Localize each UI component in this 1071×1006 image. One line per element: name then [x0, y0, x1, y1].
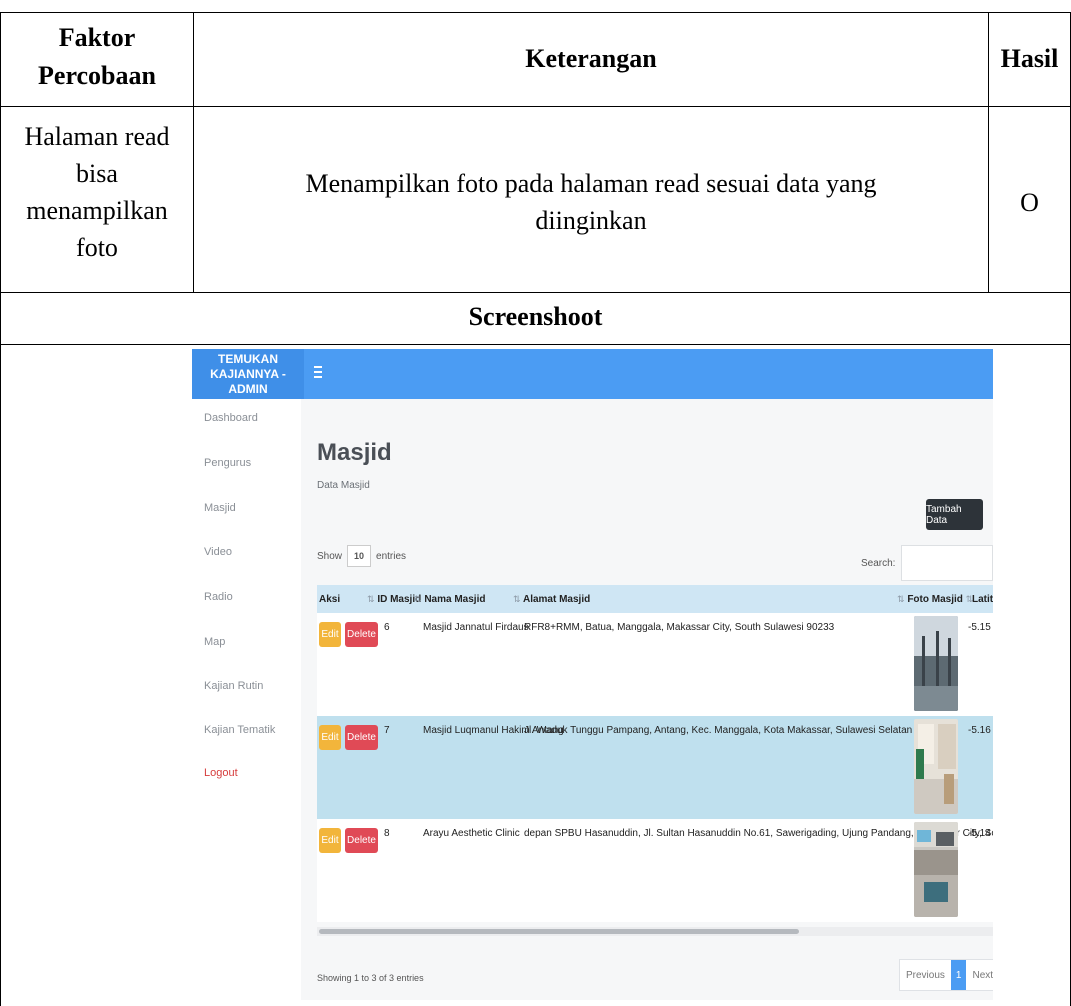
pagination-page-1[interactable]: 1	[950, 960, 967, 990]
sidebar-item-dashboard[interactable]: Dashboard	[204, 412, 258, 424]
header-faktor: Faktor Percobaan	[38, 23, 156, 90]
sidebar-item-kajian-tematik[interactable]: Kajian Tematik	[204, 724, 275, 736]
delete-button[interactable]: Delete	[345, 828, 378, 853]
cell-id: 6	[384, 622, 390, 633]
pagination: Previous 1 Next	[899, 959, 993, 991]
horizontal-scrollbar[interactable]	[317, 927, 993, 936]
hasil-cell: O	[1020, 188, 1039, 217]
sort-icon: ⇅	[897, 594, 905, 604]
cell-alamat: Jl. Waduk Tunggu Pampang, Antang, Kec. M…	[524, 725, 943, 736]
column-header-alamat[interactable]: ⇅ Alamat Masjid	[513, 594, 590, 605]
app-screenshot: TEMUKAN KAJIANNYA - ADMIN Dashboard Peng…	[192, 349, 993, 1000]
sidebar-item-masjid[interactable]: Masjid	[204, 502, 236, 514]
cell-latitude: -5.16	[968, 725, 991, 736]
table-border-row	[0, 292, 1071, 293]
sort-icon: ⇅	[414, 594, 422, 604]
sidebar-item-map[interactable]: Map	[204, 636, 225, 648]
table-header: Aksi ⇅ ID Masjid ⇅ Nama Masjid ⇅ Alamat …	[317, 585, 993, 614]
keterangan-cell: Menampilkan foto pada halaman read sesua…	[305, 169, 877, 235]
delete-button[interactable]: Delete	[345, 725, 378, 750]
edit-button[interactable]: Edit	[319, 725, 341, 750]
table-row: Edit Delete 7 Masjid Luqmanul Hakim Anta…	[317, 716, 993, 819]
masjid-photo	[914, 822, 958, 917]
cell-latitude: -5.14	[968, 828, 991, 839]
faktor-percobaan-cell: Halaman read bisa menampilkan foto	[24, 122, 170, 262]
table-border-screenshot	[0, 344, 1071, 345]
table-info: Showing 1 to 3 of 3 entries	[317, 973, 424, 983]
column-header-foto[interactable]: ⇅ Foto Masjid ⇅	[897, 594, 973, 605]
page-length-control: Show 10 entries	[317, 545, 406, 567]
screenshot-label: Screenshoot	[468, 302, 603, 331]
sidebar-item-pengurus[interactable]: Pengurus	[204, 457, 251, 469]
pagination-previous[interactable]: Previous	[900, 960, 951, 990]
page-title: Masjid	[317, 439, 392, 466]
main-content: Masjid Data Masjid Tambah Data Show 10 e…	[301, 399, 993, 1000]
scrollbar-thumb[interactable]	[319, 929, 799, 934]
sort-icon: ⇅	[367, 594, 375, 604]
top-navbar: TEMUKAN KAJIANNYA - ADMIN	[192, 349, 993, 399]
column-header-latitude[interactable]: Latit	[972, 594, 993, 605]
table-row: Edit Delete 8 Arayu Aesthetic Clinic dep…	[317, 819, 993, 922]
page-length-select[interactable]: 10	[347, 545, 372, 567]
page-subtitle: Data Masjid	[317, 480, 370, 491]
table-row: Edit Delete 6 Masjid Jannatul Firdaus RF…	[317, 613, 993, 716]
sidebar: Dashboard Pengurus Masjid Video Radio Ma…	[192, 399, 301, 1000]
edit-button[interactable]: Edit	[319, 828, 341, 853]
masjid-photo	[914, 719, 958, 814]
cell-nama: Masjid Jannatul Firdaus	[423, 622, 529, 633]
masjid-photo	[914, 616, 958, 711]
delete-button[interactable]: Delete	[345, 622, 378, 647]
add-data-button[interactable]: Tambah Data	[926, 499, 983, 530]
sidebar-item-kajian-rutin[interactable]: Kajian Rutin	[204, 680, 263, 692]
column-header-nama[interactable]: ⇅ Nama Masjid	[414, 594, 485, 605]
pagination-next[interactable]: Next	[966, 960, 993, 990]
cell-id: 8	[384, 828, 390, 839]
table-border-header	[0, 106, 1071, 107]
cell-latitude: -5.15	[968, 622, 991, 633]
header-keterangan: Keterangan	[525, 44, 657, 73]
header-hasil: Hasil	[1000, 44, 1059, 73]
table-border-top	[0, 12, 1071, 13]
search-input[interactable]	[901, 545, 993, 581]
sidebar-item-video[interactable]: Video	[204, 546, 232, 558]
edit-button[interactable]: Edit	[319, 622, 341, 647]
sort-icon: ⇅	[513, 594, 521, 604]
cell-nama: Arayu Aesthetic Clinic	[423, 828, 520, 839]
sidebar-item-logout[interactable]: Logout	[204, 767, 238, 779]
menu-toggle-icon[interactable]	[314, 366, 322, 378]
search-control: Search:	[861, 545, 993, 581]
cell-alamat: RFR8+RMM, Batua, Manggala, Makassar City…	[524, 622, 835, 633]
app-brand[interactable]: TEMUKAN KAJIANNYA - ADMIN	[192, 349, 304, 399]
cell-id: 7	[384, 725, 390, 736]
column-header-aksi[interactable]: Aksi	[319, 594, 340, 605]
sidebar-item-radio[interactable]: Radio	[204, 591, 233, 603]
